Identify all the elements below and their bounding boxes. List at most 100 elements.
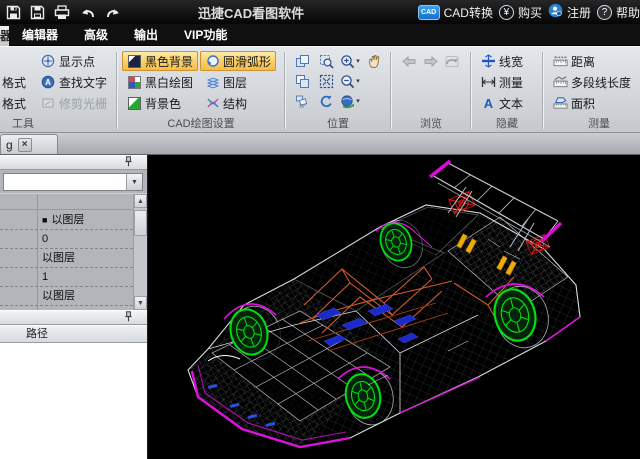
hide-measure-button[interactable]: 测量	[476, 72, 538, 92]
zoom-window-button[interactable]	[314, 51, 338, 71]
cad-badge-icon: CAD	[418, 5, 440, 20]
property-row[interactable]: 1	[0, 268, 133, 287]
view-swap-button[interactable]	[290, 71, 314, 91]
scroll-down-button[interactable]: ▼	[134, 296, 147, 310]
color-swatch: ■	[42, 215, 47, 225]
format2-button[interactable]: 格式	[0, 93, 34, 113]
app-title: 迅捷CAD看图软件	[198, 3, 304, 22]
properties-scrollbar[interactable]: ▲ ▼	[133, 194, 147, 310]
black-background-icon	[127, 54, 142, 69]
orbit-dropdown-icon[interactable]: ▾	[356, 97, 360, 105]
group-label-draw-settings: CAD绘图设置	[122, 117, 280, 132]
area-icon	[553, 96, 568, 111]
structure-button[interactable]: 结构	[200, 93, 276, 113]
scrollbar-thumb[interactable]	[134, 210, 147, 236]
black-background-button[interactable]: 黑色背景	[122, 51, 198, 71]
line-width-button[interactable]: 线宽	[476, 51, 538, 71]
tab-advanced[interactable]: 高级	[71, 24, 121, 46]
distance-icon	[553, 54, 568, 69]
document-tab-label: g	[6, 138, 13, 152]
buy-button[interactable]: ¥ 购买	[499, 4, 542, 21]
chevron-down-icon[interactable]: ▼	[126, 174, 142, 190]
tab-viewer-partial[interactable]: 器	[0, 26, 9, 46]
background-color-button[interactable]: 背景色	[122, 93, 198, 113]
save-as-icon[interactable]	[30, 5, 45, 20]
background-color-icon	[127, 96, 142, 111]
polyline-length-button[interactable]: 多段线长度	[548, 72, 636, 92]
properties-table: ■以图层 0 以图层 1 以图层 ▲ ▼	[0, 193, 147, 310]
trim-raster-icon	[41, 96, 56, 111]
close-icon[interactable]: ×	[18, 138, 32, 152]
smooth-arc-icon	[205, 54, 220, 69]
view-copy-button[interactable]	[290, 51, 314, 71]
pin-icon[interactable]	[124, 309, 133, 327]
ribbon-group-hide: 线宽 测量 A 文本 隐藏	[472, 49, 542, 132]
properties-table-header	[0, 194, 133, 210]
ribbon-group-position: ▾ ▾ 35° ▾ 位置	[286, 49, 390, 132]
rotate-ccw-button[interactable]	[314, 91, 338, 111]
group-label-tools: 工具	[0, 117, 112, 132]
property-row[interactable]: 以图层	[0, 249, 133, 268]
bw-drawing-icon	[127, 75, 142, 90]
register-button[interactable]: 注册	[548, 3, 591, 21]
structure-icon	[205, 96, 220, 111]
show-point-button[interactable]: 显示点	[36, 51, 112, 71]
object-selector-value	[4, 174, 126, 190]
property-row[interactable]: 以图层	[0, 287, 133, 306]
property-row[interactable]: ■以图层	[0, 211, 133, 230]
ribbon: 格式 格式 显示点 A 查找文字 修剪光栅	[0, 46, 640, 133]
zoom-out-dropdown-icon[interactable]: ▾	[356, 77, 360, 85]
tab-vip[interactable]: VIP功能	[171, 24, 240, 46]
user-icon	[548, 3, 563, 21]
pan-button[interactable]	[362, 51, 386, 71]
title-bar: 迅捷CAD看图软件 CAD CAD转换 ¥ 购买 注册 ? 帮助	[0, 0, 640, 24]
group-label-measure: 测量	[548, 117, 636, 132]
cad-viewport[interactable]	[148, 155, 640, 459]
cad-convert-button[interactable]: CAD CAD转换	[418, 4, 493, 21]
hide-text-icon: A	[481, 96, 496, 111]
zoom-in-dropdown-icon[interactable]: ▾	[356, 57, 360, 65]
ribbon-group-tools: 格式 格式 显示点 A 查找文字 修剪光栅	[0, 49, 116, 132]
tab-editor[interactable]: 编辑器	[9, 24, 71, 46]
save-icon[interactable]	[6, 5, 21, 20]
group-label-browse: 浏览	[396, 117, 466, 132]
ribbon-group-browse: 浏览	[392, 49, 470, 132]
ribbon-group-measure: 距离 多段线长度 面积 测量	[544, 49, 640, 132]
pin-icon[interactable]	[124, 154, 133, 172]
path-column-header[interactable]: 路径	[0, 325, 147, 343]
path-list[interactable]	[0, 343, 147, 459]
area-button[interactable]: 面积	[548, 93, 636, 113]
hide-measure-icon	[481, 75, 496, 90]
group-label-position: 位置	[290, 117, 386, 132]
print-icon[interactable]	[54, 5, 70, 20]
zoom-in-button[interactable]: ▾	[338, 51, 362, 71]
help-button[interactable]: ? 帮助	[597, 4, 640, 21]
properties-panel-header	[0, 155, 147, 170]
undo-icon[interactable]	[79, 5, 96, 20]
show-point-icon	[41, 54, 56, 69]
line-width-icon	[481, 54, 496, 69]
bw-drawing-button[interactable]: 黑白绘图	[122, 72, 198, 92]
find-text-button[interactable]: A 查找文字	[36, 72, 112, 92]
document-tab[interactable]: g ×	[0, 134, 58, 154]
zoom-extents-button[interactable]	[314, 71, 338, 91]
object-selector[interactable]: ▼	[3, 173, 143, 191]
redo-icon[interactable]	[105, 5, 122, 20]
trim-raster-button: 修剪光栅	[36, 93, 112, 113]
scroll-up-button[interactable]: ▲	[134, 194, 147, 208]
rotate-view-button[interactable]: 35°	[290, 91, 314, 111]
format1-button[interactable]: 格式	[0, 72, 34, 92]
orbit-3d-button[interactable]: ▾	[338, 91, 362, 111]
smooth-arc-button[interactable]: 圆滑弧形	[200, 51, 276, 71]
polyline-length-icon	[553, 75, 568, 90]
layers-icon	[205, 75, 220, 90]
zoom-out-button[interactable]: ▾	[338, 71, 362, 91]
distance-button[interactable]: 距离	[548, 51, 636, 71]
tab-output[interactable]: 输出	[121, 24, 171, 46]
previous-view-icon	[444, 54, 460, 74]
property-row[interactable]: 0	[0, 230, 133, 249]
layers-button[interactable]: 图层	[200, 72, 276, 92]
hide-text-button[interactable]: A 文本	[476, 93, 538, 113]
forward-view-icon	[422, 54, 440, 74]
wireframe-car-drawing	[148, 155, 640, 459]
